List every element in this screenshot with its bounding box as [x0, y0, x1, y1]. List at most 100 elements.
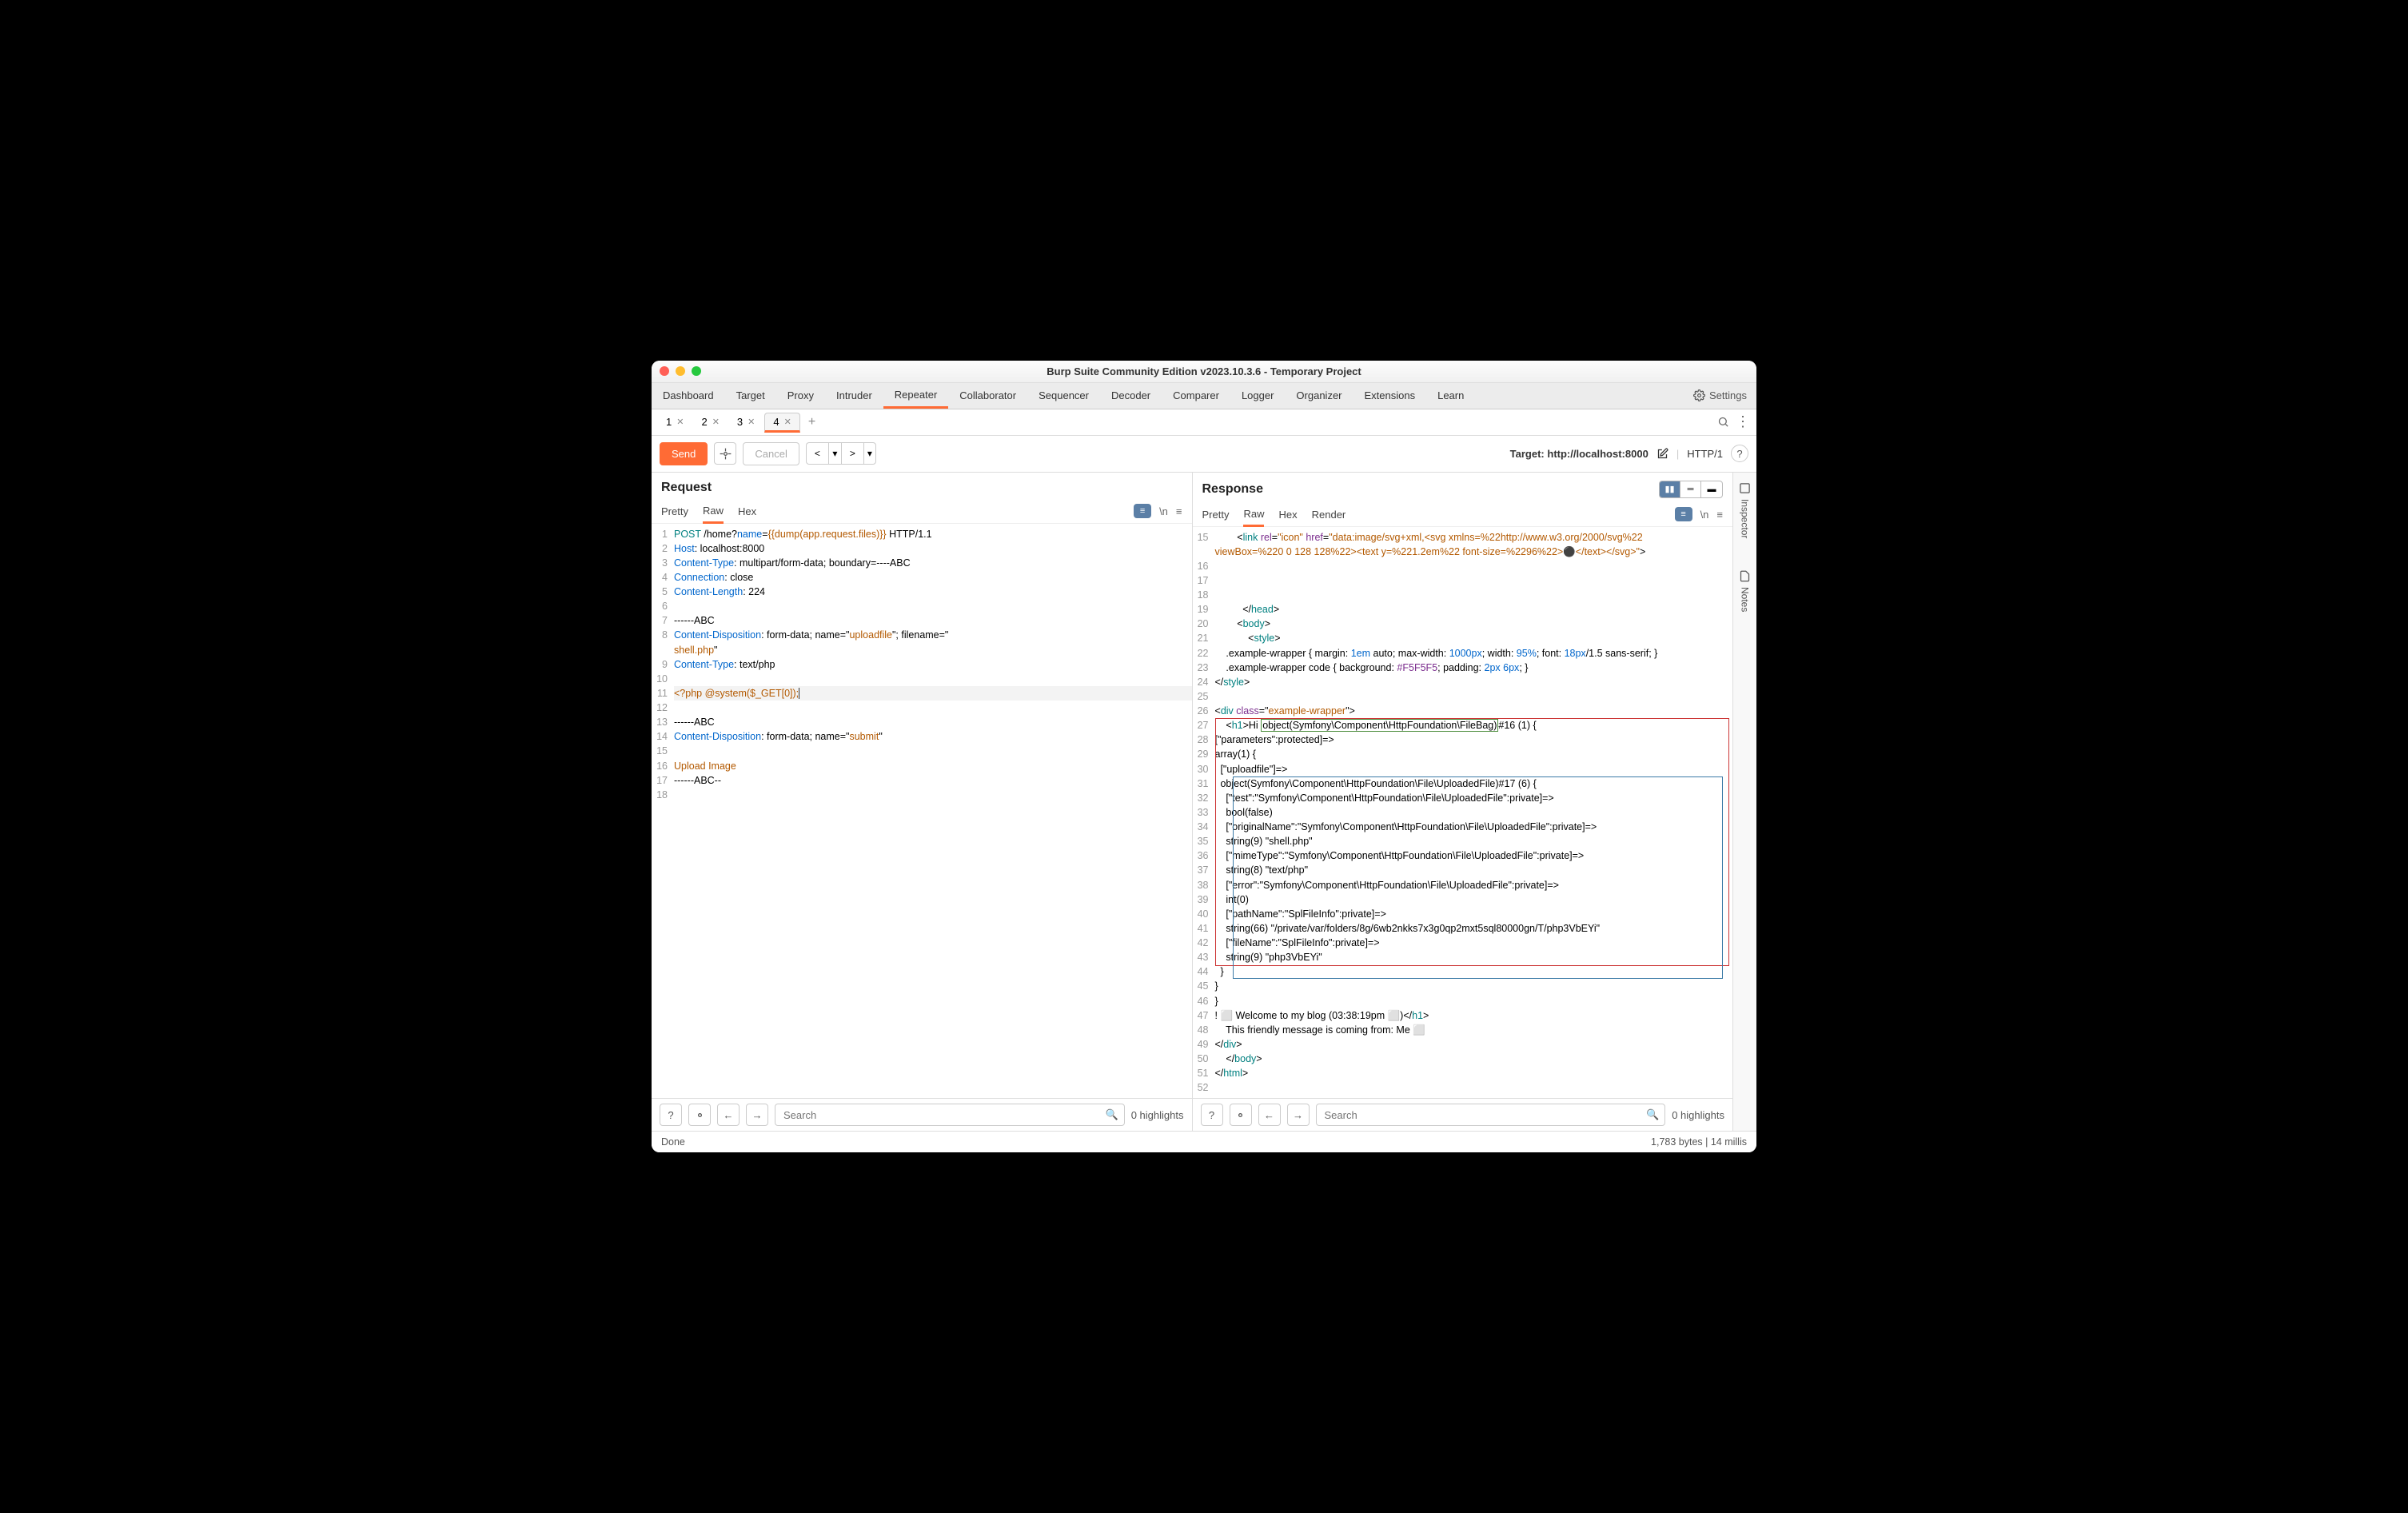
history-back-menu[interactable]: ▾	[828, 442, 841, 465]
inspector-tab[interactable]: Inspector	[1739, 482, 1751, 538]
protocol-label[interactable]: HTTP/1	[1687, 448, 1723, 460]
hamburger-icon[interactable]: ≡	[1716, 509, 1723, 521]
gear-icon	[694, 1109, 706, 1121]
target-display: Target: http://localhost:8000 | HTTP/1 ?	[1510, 445, 1748, 462]
cancel-button[interactable]: Cancel	[743, 442, 799, 465]
newline-toggle[interactable]: \n	[1159, 505, 1168, 517]
status-left: Done	[661, 1136, 685, 1148]
help-button[interactable]: ?	[660, 1104, 682, 1126]
highlight-count: 0 highlights	[1672, 1109, 1724, 1121]
tab-sequencer[interactable]: Sequencer	[1027, 384, 1100, 407]
send-button[interactable]: Send	[660, 442, 708, 465]
response-pane: Response ▮▮ ═ ▬ Pretty Raw Hex Render ≡ …	[1193, 473, 1733, 1132]
help-button[interactable]: ?	[1201, 1104, 1223, 1126]
response-view-tabs: Pretty Raw Hex Render ≡ \n ≡	[1193, 503, 1733, 527]
layout-toggle: ▮▮ ═ ▬	[1659, 481, 1723, 498]
options-button[interactable]	[714, 442, 736, 465]
status-bar: Done 1,783 bytes | 14 millis	[652, 1131, 1756, 1152]
request-tab-raw[interactable]: Raw	[703, 500, 724, 524]
request-tab-hex[interactable]: Hex	[738, 501, 756, 522]
repeater-toolbar: Send Cancel < ▾ > ▾ Target: http://local…	[652, 436, 1756, 473]
request-editor[interactable]: 1POST /home?name={{dump(app.request.file…	[652, 524, 1192, 1099]
response-tab-raw[interactable]: Raw	[1243, 503, 1264, 527]
response-editor[interactable]: 15 <link rel="icon" href="data:image/svg…	[1193, 527, 1733, 1099]
gear-icon	[1693, 389, 1705, 401]
main-tab-bar: Dashboard Target Proxy Intruder Repeater…	[652, 383, 1756, 409]
history-forward-menu[interactable]: ▾	[863, 442, 876, 465]
tab-extensions[interactable]: Extensions	[1354, 384, 1427, 407]
response-title: Response	[1202, 482, 1263, 497]
layout-rows-button[interactable]: ═	[1680, 481, 1701, 497]
edit-target-icon[interactable]	[1656, 448, 1668, 460]
settings-gear-button[interactable]	[688, 1104, 711, 1126]
more-icon[interactable]: ⋮	[1736, 413, 1750, 430]
tab-intruder[interactable]: Intruder	[825, 384, 883, 407]
traffic-lights	[660, 366, 701, 376]
request-pane: Request Pretty Raw Hex ≡ \n ≡ 1POST /hom…	[652, 473, 1193, 1132]
history-back-button[interactable]: <	[806, 442, 828, 465]
target-value: http://localhost:8000	[1547, 448, 1648, 460]
settings-gear-button[interactable]	[1230, 1104, 1252, 1126]
response-tab-hex[interactable]: Hex	[1278, 504, 1297, 525]
tab-learn[interactable]: Learn	[1426, 384, 1475, 407]
close-icon[interactable]: ✕	[712, 417, 720, 427]
notes-tab[interactable]: Notes	[1739, 570, 1751, 612]
layout-combined-button[interactable]: ▬	[1701, 481, 1722, 497]
minimize-window-button[interactable]	[676, 366, 685, 376]
close-icon[interactable]: ✕	[748, 417, 755, 427]
settings-label: Settings	[1709, 389, 1747, 401]
newline-toggle[interactable]: \n	[1700, 509, 1709, 521]
close-window-button[interactable]	[660, 366, 669, 376]
search-input[interactable]	[775, 1104, 1125, 1126]
side-panel: Inspector Notes	[1732, 473, 1756, 1132]
app-window: Burp Suite Community Edition v2023.10.3.…	[652, 361, 1756, 1153]
tab-decoder[interactable]: Decoder	[1100, 384, 1162, 407]
search-next-button[interactable]: →	[746, 1104, 768, 1126]
request-tab-pretty[interactable]: Pretty	[661, 501, 688, 522]
tab-dashboard[interactable]: Dashboard	[652, 384, 725, 407]
response-tab-render[interactable]: Render	[1312, 504, 1346, 525]
request-search-bar: ? ← → 🔍 0 highlights	[652, 1098, 1192, 1131]
status-right: 1,783 bytes | 14 millis	[1651, 1136, 1747, 1148]
tab-target[interactable]: Target	[725, 384, 776, 407]
tab-organizer[interactable]: Organizer	[1285, 384, 1353, 407]
actions-icon[interactable]: ≡	[1134, 504, 1151, 518]
repeater-tab-bar: 1✕ 2✕ 3✕ 4✕ + ⋮	[652, 409, 1756, 436]
close-icon[interactable]: ✕	[676, 417, 684, 427]
request-view-tabs: Pretty Raw Hex ≡ \n ≡	[652, 500, 1192, 524]
tab-repeater[interactable]: Repeater	[883, 383, 948, 409]
tab-comparer[interactable]: Comparer	[1162, 384, 1230, 407]
repeater-tab-3[interactable]: 3✕	[729, 413, 763, 430]
hamburger-icon[interactable]: ≡	[1176, 505, 1182, 517]
editor-panes: Request Pretty Raw Hex ≡ \n ≡ 1POST /hom…	[652, 473, 1756, 1132]
tab-logger[interactable]: Logger	[1230, 384, 1285, 407]
target-label: Target:	[1510, 448, 1548, 460]
search-next-button[interactable]: →	[1287, 1104, 1310, 1126]
close-icon[interactable]: ✕	[784, 417, 791, 427]
repeater-tab-4[interactable]: 4✕	[764, 413, 799, 433]
search-prev-button[interactable]: ←	[1258, 1104, 1281, 1126]
response-tab-pretty[interactable]: Pretty	[1202, 504, 1230, 525]
repeater-tab-1[interactable]: 1✕	[658, 413, 692, 430]
request-title: Request	[661, 481, 712, 495]
search-input[interactable]	[1316, 1104, 1666, 1126]
tab-collaborator[interactable]: Collaborator	[948, 384, 1027, 407]
actions-icon[interactable]: ≡	[1675, 507, 1692, 521]
search-icon[interactable]	[1717, 416, 1729, 428]
layout-columns-button[interactable]: ▮▮	[1660, 481, 1680, 497]
gear-icon	[720, 448, 732, 460]
history-forward-button[interactable]: >	[841, 442, 863, 465]
repeater-tab-2[interactable]: 2✕	[693, 413, 727, 430]
add-tab-button[interactable]: +	[802, 415, 822, 429]
history-nav: < ▾ > ▾	[806, 442, 876, 465]
notes-icon	[1739, 570, 1751, 582]
maximize-window-button[interactable]	[692, 366, 701, 376]
highlight-count: 0 highlights	[1131, 1109, 1184, 1121]
gear-icon	[1234, 1109, 1246, 1121]
inspector-icon	[1739, 482, 1751, 494]
search-prev-button[interactable]: ←	[717, 1104, 740, 1126]
help-icon[interactable]: ?	[1731, 445, 1748, 462]
tab-proxy[interactable]: Proxy	[776, 384, 825, 407]
titlebar: Burp Suite Community Edition v2023.10.3.…	[652, 361, 1756, 383]
settings-button[interactable]: Settings	[1684, 385, 1756, 406]
